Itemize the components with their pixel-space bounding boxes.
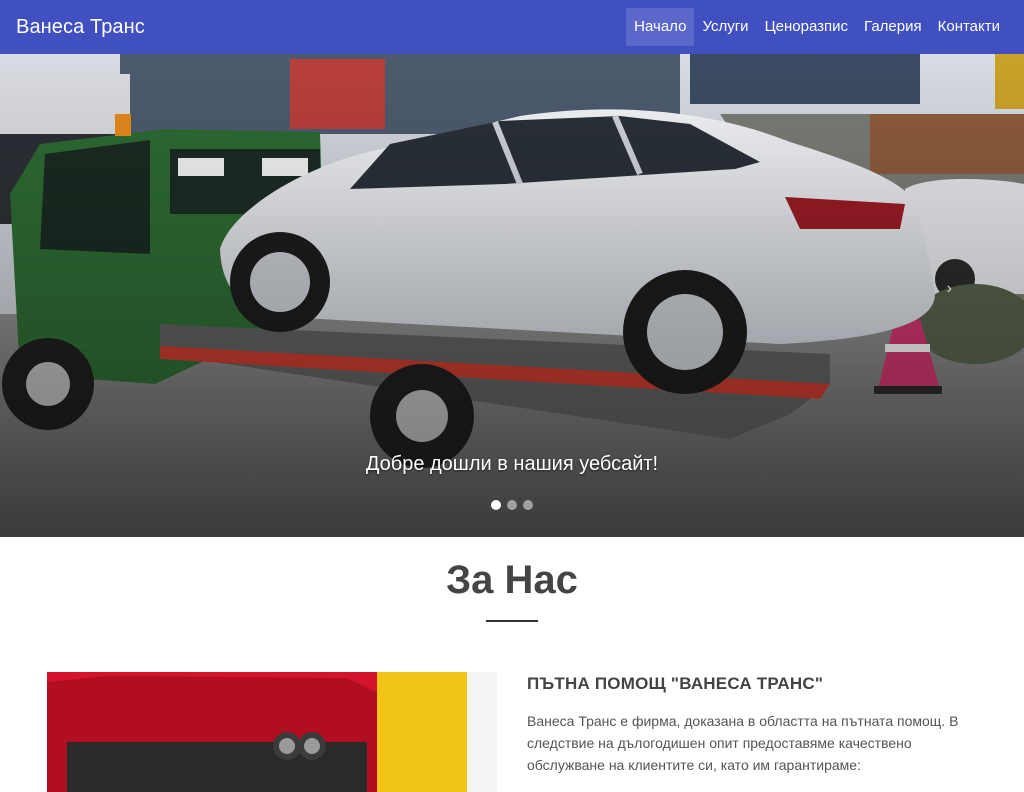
nav-item-home[interactable]: Начало: [626, 8, 695, 46]
nav-item-services[interactable]: Услуги: [694, 8, 756, 46]
main-nav: Начало Услуги Ценоразпис Галерия Контакт…: [626, 0, 1008, 54]
brand-logo-link[interactable]: Ванеса Транс: [16, 16, 145, 39]
hero-carousel: ‹ › Добре дошли в нашия уебсайт!: [0, 54, 1024, 537]
carousel-next-icon[interactable]: ›: [947, 280, 952, 298]
about-heading: ПЪТНА ПОМОЩ "ВАНЕСА ТРАНС": [527, 674, 824, 693]
carousel-prev-icon[interactable]: ‹: [72, 280, 77, 298]
about-body: Ванеса Транс е фирма, доказана в областт…: [527, 713, 959, 773]
nav-item-contacts[interactable]: Контакти: [930, 8, 1008, 46]
carousel-indicator-1[interactable]: [491, 500, 501, 510]
about-text-block: ПЪТНА ПОМОЩ "ВАНЕСА ТРАНС" Ванеса Транс …: [527, 674, 977, 776]
title-divider: [486, 620, 538, 622]
top-navbar: Ванеса Транс Начало Услуги Ценоразпис Га…: [0, 0, 1024, 54]
carousel-indicators: [0, 500, 1024, 510]
nav-item-gallery[interactable]: Галерия: [856, 8, 930, 46]
nav-item-pricing[interactable]: Ценоразпис: [757, 8, 856, 46]
carousel-indicator-2[interactable]: [507, 500, 517, 510]
about-image-cars: [47, 672, 497, 792]
about-section-title: За Нас: [446, 558, 578, 602]
hero-caption: Добре дошли в нашия уебсайт!: [365, 453, 659, 475]
carousel-indicator-3[interactable]: [523, 500, 533, 510]
